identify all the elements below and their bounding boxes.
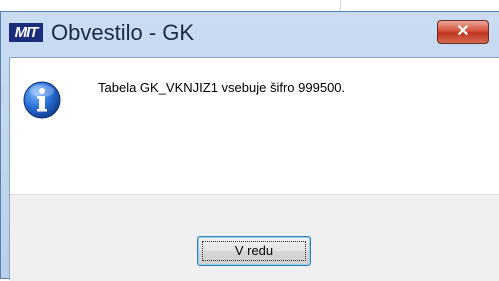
- ok-button-label: V redu: [234, 243, 274, 258]
- message-dialog: MIT Obvestilo - GK ✕ Tabela GK_VKNJIZ1 v…: [0, 11, 499, 281]
- close-button[interactable]: ✕: [437, 20, 489, 44]
- close-icon: ✕: [456, 23, 470, 40]
- dialog-title: Obvestilo - GK: [51, 20, 195, 45]
- message-text: Tabela GK_VKNJIZ1 vsebuje šifro 999500.: [98, 80, 346, 95]
- title-bar[interactable]: MIT Obvestilo - GK ✕: [1, 12, 499, 58]
- info-icon: [23, 81, 61, 119]
- app-logo-icon: MIT: [9, 23, 43, 42]
- dialog-content: Tabela GK_VKNJIZ1 vsebuje šifro 999500. …: [9, 57, 499, 281]
- button-area: V redu: [10, 194, 499, 281]
- ok-button[interactable]: V redu: [197, 236, 311, 266]
